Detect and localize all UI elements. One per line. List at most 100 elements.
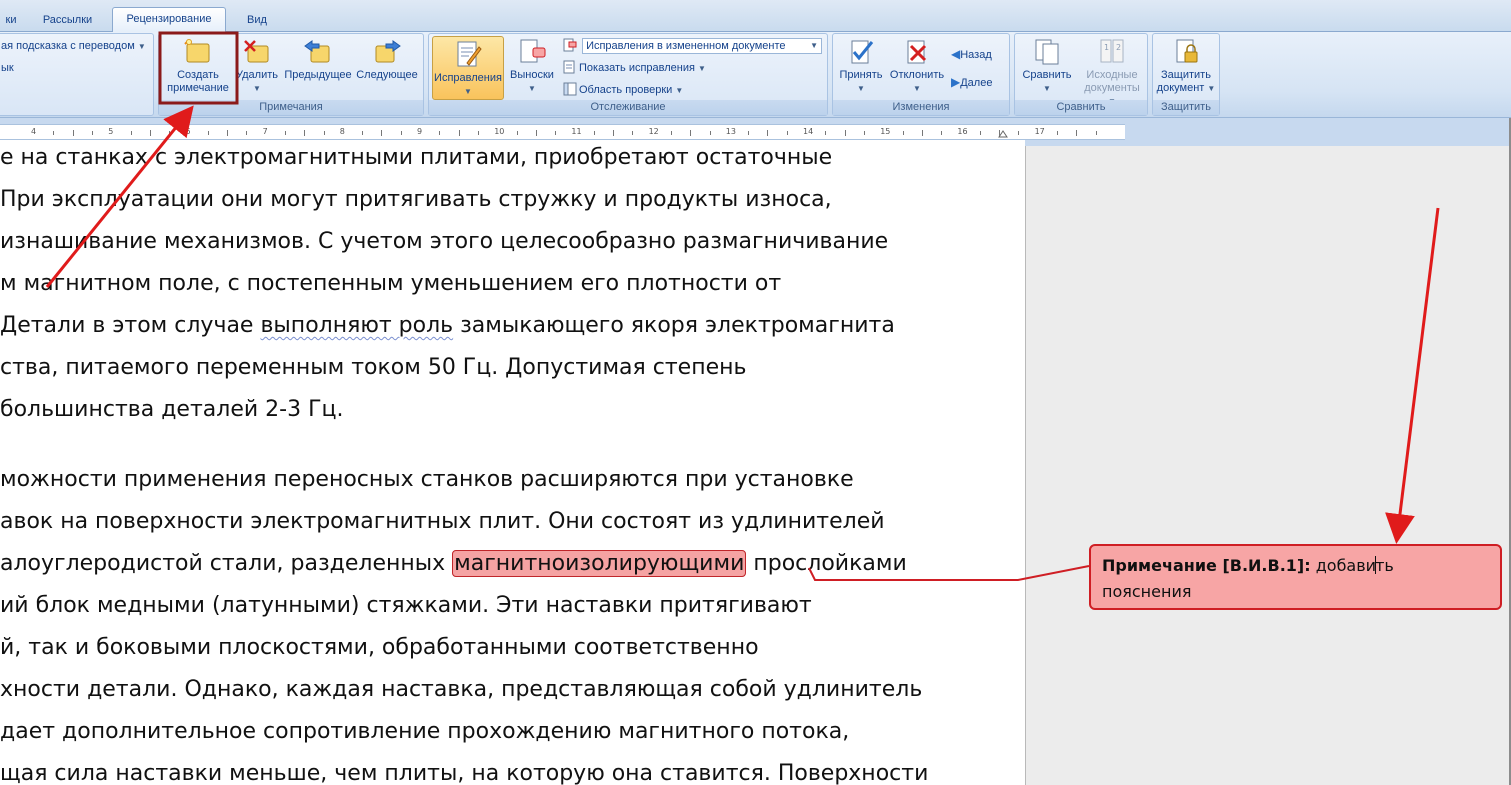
new-comment-label-2: примечание [167,82,229,94]
text-line: Детали в этом случае выполняют роль замы… [0,313,895,339]
translation-tooltip-button[interactable]: ая подсказка с переводом ▼ [1,38,146,54]
reject-label: Отклонить [889,69,945,81]
ruler-tick [535,130,537,136]
display-for-review-select[interactable]: Исправления в измененном документе ▼ [563,38,823,54]
source-documents-button[interactable]: 1 2 Исходные документы ▼ [1079,38,1145,106]
comment-balloon[interactable]: Примечание [В.И.В.1]: добавить пояснения [1089,544,1502,610]
ribbon: ая подсказка с переводом ▼ ык Создать пр… [0,32,1511,118]
text-line: большинства деталей 2-3 Гц. [0,397,344,422]
track-changes-button[interactable]: Исправления ▼ [432,36,504,100]
grammar-underlined-text: выполняют роль [260,313,454,338]
chevron-down-icon: ▼ [253,84,261,93]
commented-text-highlight[interactable]: магнитноизолирующими [452,550,747,577]
comment-text-line2[interactable]: пояснения [1102,582,1191,601]
reject-icon [907,40,927,64]
ruler-tick [613,130,614,136]
ruler-number: 7 [262,127,268,136]
accept-label: Принять [839,69,883,81]
ruler-tick [1095,131,1097,135]
previous-comment-icon [304,40,330,63]
ruler-tick [1056,131,1058,135]
document-page[interactable]: е на станках с электромагнитными плитами… [0,140,1025,785]
comment-text[interactable]: добави [1311,556,1376,575]
comment-author-label: Примечание [В.И.В.1]: [1102,556,1311,575]
show-markup-icon [563,60,579,79]
chevron-down-icon: ▼ [857,84,865,93]
chevron-down-icon: ▼ [1207,84,1216,93]
ruler-tick [1076,130,1078,136]
ruler-tick [516,131,518,135]
comment-text[interactable]: ть [1375,556,1394,575]
balloons-button[interactable]: Выноски ▼ [507,38,557,100]
new-comment-icon [184,39,210,63]
tracking-group: Исправления ▼ Выноски ▼ Исправления в изме… [428,33,828,116]
chevron-down-icon: ▼ [913,84,921,93]
show-markup-button[interactable]: Показать исправления ▼ [563,60,706,76]
ruler-tick [902,131,904,135]
text-segment: замыкающего якоря электромагнита [453,313,895,338]
ruler-tick [825,131,827,135]
new-comment-button[interactable]: Создать примечание [163,38,233,100]
ruler-tick [709,131,711,135]
compare-label: Сравнить [1022,69,1072,81]
accept-button[interactable]: Принять ▼ [835,38,887,100]
new-comment-label-1: Создать [177,69,219,81]
tab-review[interactable]: Рецензирование [112,7,226,33]
display-mode-field[interactable]: Исправления в измененном документе ▼ [582,38,823,54]
ruler-tick [921,130,923,136]
comments-group: Создать примечание Удалить ▼ Предыдущее С… [158,33,424,116]
reject-button[interactable]: Отклонить ▼ [887,38,947,100]
chevron-down-icon: ▼ [1043,84,1051,93]
text-segment: прослойками [746,551,907,576]
next-change-button[interactable]: ▶Далее [951,74,992,90]
text-line: щая сила наставки меньше, чем плиты, на … [0,761,929,785]
balloons-label: Выноски [510,69,554,81]
tab-mailings[interactable]: Рассылки [30,10,105,32]
language-button[interactable]: ык [1,60,14,76]
compare-icon [1035,39,1059,65]
text-line: ий блок медными (латунными) стяжками. Эт… [0,593,812,618]
ruler-tick [72,130,74,136]
next-change-label: Далее [960,77,993,89]
previous-comment-button[interactable]: Предыдущее [283,38,353,100]
accept-icon [851,40,874,64]
ruler-number: 8 [339,127,345,136]
ruler-number: 12 [648,127,659,136]
previous-comment-label: Предыдущее [284,69,352,81]
tab-links-partial[interactable]: ки [0,10,22,32]
compare-button[interactable]: Сравнить ▼ [1017,38,1077,100]
reviewing-pane-button[interactable]: Область проверки ▼ [563,82,683,98]
translation-tooltip-label: ая подсказка с переводом [1,40,135,52]
ruler-number: 17 [1034,127,1045,136]
previous-change-icon: ◀ [951,47,961,61]
ruler-tick [555,131,557,135]
text-segment: алоуглеродистой стали, разделенных [0,551,453,576]
chevron-down-icon: ▼ [675,86,684,95]
next-comment-button[interactable]: Следующее [355,38,419,100]
ruler-tick [400,131,402,135]
display-mode-icon [563,38,579,52]
reviewing-pane-icon [563,82,579,101]
ruler-number: 6 [185,127,191,136]
protect-document-button[interactable]: Защитить документ ▼ [1155,38,1217,100]
horizontal-ruler[interactable]: 4 5 6 7 8 9 10 11 12 13 14 15 16 17 [0,124,1125,140]
ruler-tick [748,131,750,135]
delete-comment-icon [244,40,269,63]
ruler-tick [130,131,132,135]
ruler-number: 10 [494,127,505,136]
delete-comment-button[interactable]: Удалить ▼ [236,38,278,100]
tab-view[interactable]: Вид [234,10,280,32]
proofing-group-partial: ая подсказка с переводом ▼ ык [0,33,154,116]
ruler-tick [844,130,846,136]
chevron-down-icon: ▼ [464,87,472,96]
ruler-tick [458,130,460,136]
ruler-tick [593,131,595,135]
text-line: можности применения переносных станков р… [0,467,854,492]
text-line: ства, питаемого переменным током 50 Гц. … [0,355,747,380]
previous-change-button[interactable]: ◀Назад [951,46,992,62]
comments-group-label: Примечания [159,100,423,115]
text-line: м магнитном поле, с постепенным уменьшен… [0,271,782,296]
chevron-down-icon: ▼ [698,64,706,73]
ruler-number: 13 [725,127,736,136]
source-documents-label-2: документы [1084,82,1140,94]
